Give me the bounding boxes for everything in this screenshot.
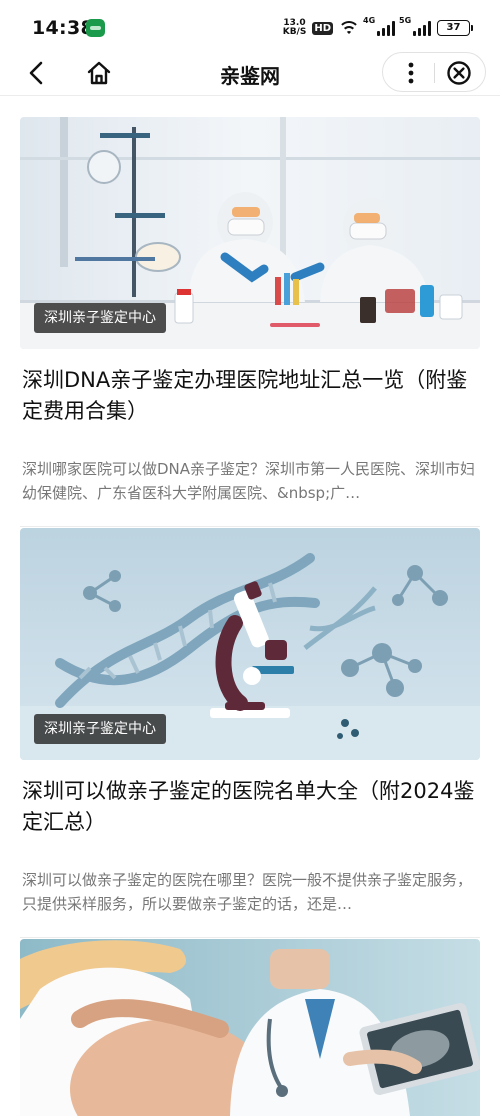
signal-sim1-icon: 4G <box>363 16 395 36</box>
article-title[interactable]: 深圳可以做亲子鉴定的医院名单大全（附2024鉴定汇总） <box>22 776 478 838</box>
pregnant-doctor-image <box>20 939 480 1116</box>
article-source-tag: 深圳亲子鉴定中心 <box>34 303 166 333</box>
app-notification-icon <box>86 19 105 37</box>
status-bar: 14:38 13.0 KB/S HD 4G 5G 37 <box>0 0 500 52</box>
more-button[interactable] <box>391 55 431 91</box>
article-thumbnail[interactable] <box>20 939 480 1116</box>
article-summary: 深圳哪家医院可以做DNA亲子鉴定？深圳市第一人民医院、深圳市妇幼保健院、广东省医… <box>22 460 476 502</box>
wifi-icon <box>339 20 359 36</box>
article-thumbnail[interactable]: 深圳亲子鉴定中心 <box>20 528 480 760</box>
nav-bar: 亲鉴网 <box>0 52 500 96</box>
more-vertical-icon <box>408 62 414 84</box>
battery-level: 37 <box>446 22 461 33</box>
back-button[interactable] <box>22 58 52 88</box>
article-divider <box>20 937 480 938</box>
network-speed-unit: KB/S <box>282 27 307 37</box>
close-button[interactable] <box>439 55 479 91</box>
back-arrow-icon <box>29 61 43 85</box>
article-source-tag: 深圳亲子鉴定中心 <box>34 714 166 744</box>
status-time: 14:38 <box>32 17 94 39</box>
battery-icon: 37 <box>437 20 473 36</box>
hd-icon: HD <box>312 21 333 35</box>
capsule-divider <box>434 63 435 83</box>
article-divider <box>20 526 480 527</box>
close-circle-icon <box>447 61 471 85</box>
article-thumbnail[interactable]: 深圳亲子鉴定中心 <box>20 117 480 349</box>
home-button[interactable] <box>84 58 114 88</box>
article-title[interactable]: 深圳DNA亲子鉴定办理医院地址汇总一览（附鉴定费用合集） <box>22 365 478 427</box>
article-summary: 深圳可以做亲子鉴定的医院在哪里？医院一般不提供亲子鉴定服务，只提供采样服务，所以… <box>22 871 473 913</box>
home-icon <box>87 61 111 85</box>
signal-sim2-label: 5G <box>399 16 412 25</box>
mini-program-capsule <box>382 52 486 92</box>
network-speed: 13.0 KB/S <box>283 19 307 37</box>
signal-sim2-icon: 5G <box>399 16 431 36</box>
status-indicators: 13.0 KB/S HD 4G 5G 37 <box>283 16 473 40</box>
signal-sim1-label: 4G <box>363 16 376 25</box>
